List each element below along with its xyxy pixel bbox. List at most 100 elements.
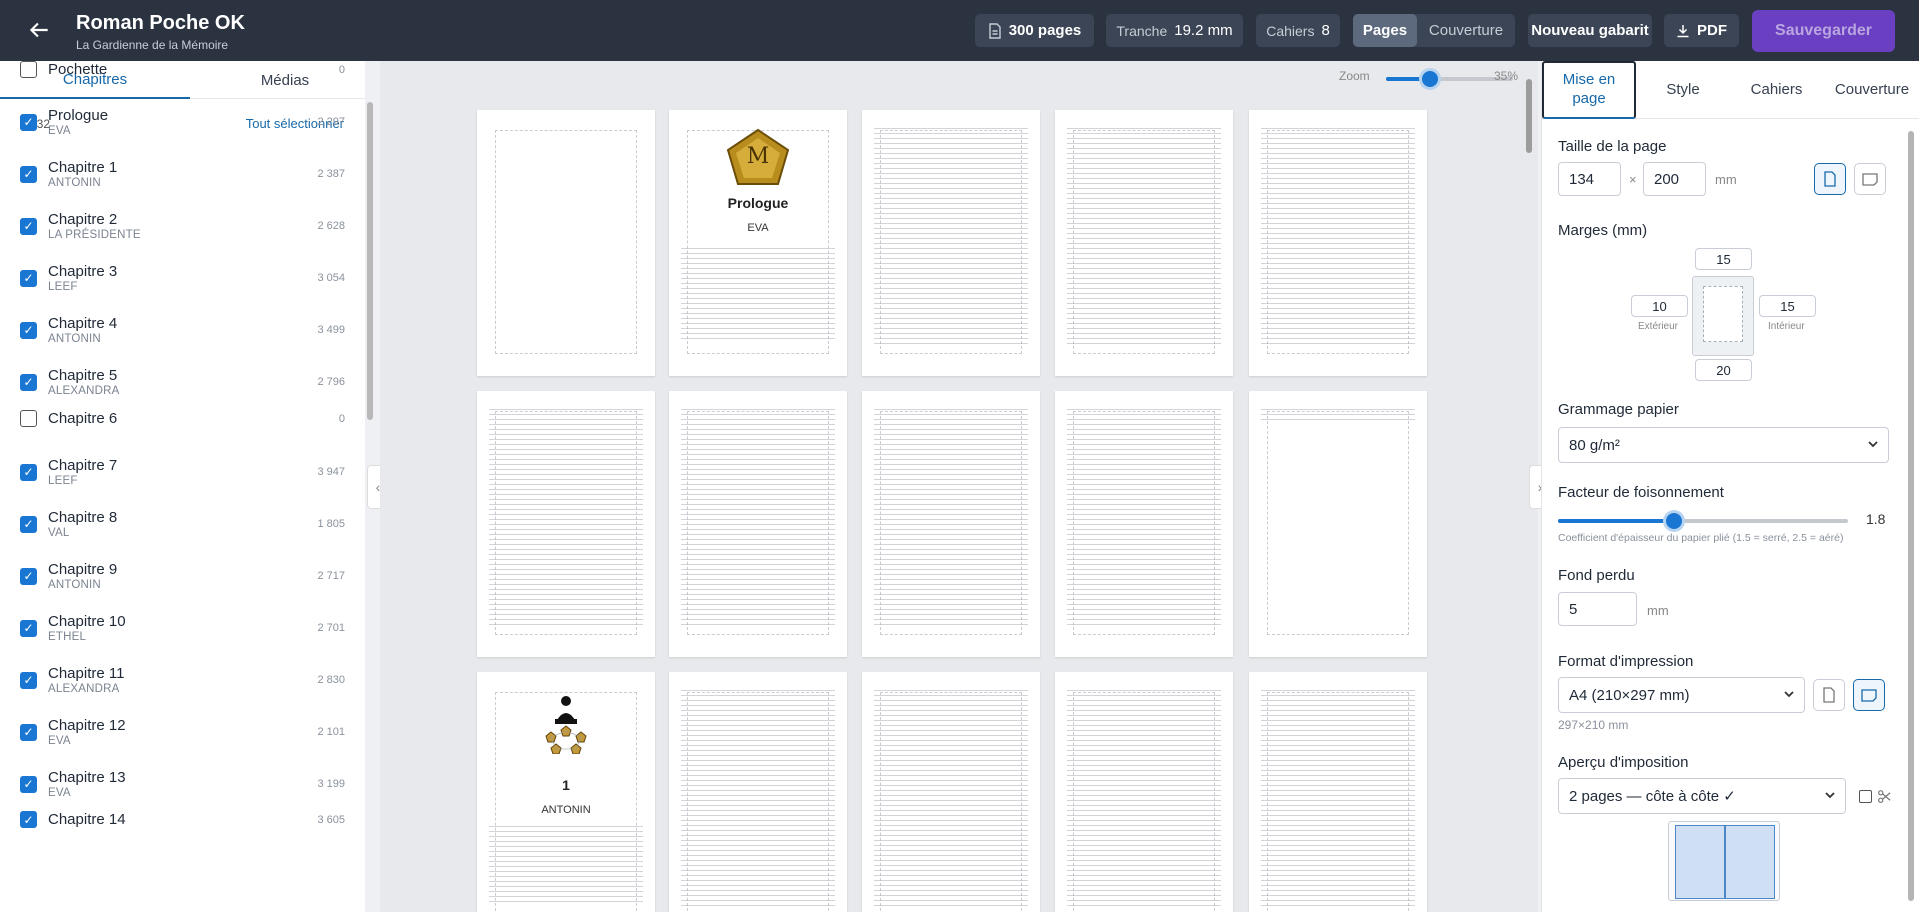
chapter-item[interactable]: ✓ Chapitre 5 ALEXANDRA 2 796 — [20, 367, 345, 397]
pdf-button[interactable]: PDF — [1664, 14, 1739, 47]
view-toggle: Pages Couverture — [1353, 14, 1515, 47]
panel-scrollbar[interactable] — [1908, 131, 1914, 901]
chapter-item[interactable]: ✓ Chapitre 1 ANTONIN 2 387 — [20, 159, 345, 189]
bleed-input[interactable]: 5 — [1558, 592, 1637, 626]
chapter-checkbox[interactable]: ✓ — [20, 515, 37, 533]
page-height-input[interactable]: 200 — [1643, 162, 1706, 196]
chapter-checkbox[interactable]: ✓ — [20, 811, 37, 828]
chapter-item[interactable]: ✓ Chapitre 10 ETHEL 2 701 — [20, 613, 345, 643]
chapter-text: Chapitre 9 ANTONIN — [48, 561, 305, 591]
chapter-item[interactable]: ✓ Prologue EVA 2 297 — [20, 107, 345, 137]
page-thumbnail[interactable]: M Prologue EVA — [669, 110, 847, 376]
bulk-factor-slider[interactable] — [1558, 513, 1848, 529]
view-pages-button[interactable]: Pages — [1353, 14, 1417, 47]
tab-couverture[interactable]: Couverture — [1824, 61, 1919, 119]
chapter-checkbox[interactable]: ✓ — [20, 373, 37, 391]
chapter-text: Pochette — [48, 61, 305, 78]
tranche-chip: Tranche 19.2 mm — [1106, 14, 1243, 47]
save-button[interactable]: Sauvegarder — [1752, 10, 1895, 52]
page-thumbnail[interactable] — [669, 672, 847, 912]
chapter-word-count: 0 — [338, 63, 345, 76]
new-template-button[interactable]: Nouveau gabarit — [1528, 14, 1652, 47]
page-thumbnail[interactable] — [1249, 110, 1427, 376]
page-thumbnail[interactable] — [669, 391, 847, 657]
cahiers-label: Cahiers — [1266, 22, 1315, 39]
canvas-scrollbar[interactable] — [1526, 79, 1532, 153]
chapter-checkbox[interactable]: ✓ — [20, 269, 37, 287]
chapter-checkbox[interactable]: ✓ — [20, 217, 37, 235]
chapter-checkbox[interactable]: ✓ — [20, 671, 37, 689]
margin-outer-input[interactable]: 10 — [1631, 295, 1688, 317]
margin-inner-input[interactable]: 15 — [1759, 295, 1816, 317]
chapter-checkbox[interactable]: ✓ — [20, 113, 37, 131]
print-format-value: A4 (210×297 mm) — [1569, 686, 1690, 704]
chapter-item[interactable]: ✓ Chapitre 2 LA PRÉSIDENTE 2 628 — [20, 211, 345, 241]
chapter-item[interactable]: ✓ Chapitre 8 VAL 1 805 — [20, 509, 345, 539]
page-thumbnail[interactable]: 1 ANTONIN — [477, 672, 655, 912]
portrait-icon — [1823, 687, 1835, 703]
chapter-text: Chapitre 11 ALEXANDRA — [48, 665, 305, 695]
page-text-lines — [874, 409, 1028, 627]
zoom-slider-handle[interactable] — [1422, 71, 1438, 87]
view-couverture-button[interactable]: Couverture — [1417, 14, 1515, 47]
page-thumbnail[interactable] — [862, 672, 1040, 912]
chapter-word-count: 2 101 — [317, 726, 345, 738]
page-frame — [1267, 411, 1409, 635]
page-thumbnail[interactable] — [477, 391, 655, 657]
chapter-word-count: 3 499 — [317, 324, 345, 336]
tab-style[interactable]: Style — [1637, 61, 1729, 119]
chapter-checkbox[interactable]: ✓ — [20, 775, 37, 793]
bulk-factor-fill — [1558, 519, 1674, 523]
bulk-factor-handle[interactable] — [1666, 513, 1682, 529]
page-thumbnail[interactable] — [1055, 672, 1233, 912]
chapter-checkbox[interactable]: ✓ — [20, 567, 37, 585]
chapter-checkbox[interactable]: ✓ — [20, 463, 37, 481]
page-thumbnail[interactable] — [862, 110, 1040, 376]
margin-bottom-input[interactable]: 20 — [1695, 359, 1752, 381]
chapter-item[interactable]: ✓ Chapitre 13 EVA 3 199 — [20, 769, 345, 799]
sidebar-scrollbar[interactable] — [367, 102, 373, 420]
chapter-checkbox[interactable]: ✓ — [20, 165, 37, 183]
page-thumbnail[interactable] — [477, 110, 655, 376]
chapter-item[interactable]: ✓ Chapitre 12 EVA 2 101 — [20, 717, 345, 747]
chapter-item[interactable]: ✓ Chapitre 9 ANTONIN 2 717 — [20, 561, 345, 591]
portrait-orientation-button[interactable] — [1814, 163, 1846, 195]
tab-mise-en-page[interactable]: Mise en page — [1542, 61, 1636, 119]
page-thumbnail[interactable] — [1249, 391, 1427, 657]
chapter-checkbox[interactable]: ✓ — [20, 321, 37, 339]
back-arrow-icon[interactable] — [26, 17, 52, 43]
chapter-item[interactable]: Pochette 0 — [20, 61, 345, 78]
page-thumbnail[interactable] — [1055, 391, 1233, 657]
tab-cahiers[interactable]: Cahiers — [1729, 61, 1824, 119]
landscape-orientation-button[interactable] — [1854, 163, 1886, 195]
page-text-lines — [874, 690, 1028, 908]
bulk-factor-label: Facteur de foisonnement — [1558, 484, 1724, 501]
chapter-item[interactable]: ✓ Chapitre 4 ANTONIN 3 499 — [20, 315, 345, 345]
print-portrait-button[interactable] — [1813, 679, 1845, 711]
chapter-item[interactable]: ✓ Chapitre 3 LEEF 3 054 — [20, 263, 345, 293]
document-icon — [989, 22, 1001, 39]
page-width-input[interactable]: 134 — [1558, 162, 1621, 196]
chapter-item[interactable]: ✓ Chapitre 7 LEEF 3 947 — [20, 457, 345, 487]
chapter-title: Chapitre 6 — [48, 410, 118, 427]
chevron-down-icon — [1825, 792, 1835, 799]
crop-marks-checkbox[interactable] — [1859, 790, 1872, 803]
chapter-item[interactable]: Chapitre 6 0 — [20, 410, 345, 427]
print-format-select[interactable]: A4 (210×297 mm) — [1558, 677, 1805, 713]
chapter-item[interactable]: ✓ Chapitre 14 3 605 — [20, 811, 345, 828]
margin-top-input[interactable]: 15 — [1695, 248, 1752, 270]
chapter-checkbox[interactable]: ✓ — [20, 619, 37, 637]
chapter-checkbox[interactable] — [20, 410, 37, 427]
paper-weight-select[interactable]: 80 g/m² — [1558, 427, 1889, 463]
page-text-lines — [1067, 690, 1221, 908]
chapter-checkbox[interactable]: ✓ — [20, 723, 37, 741]
print-landscape-button[interactable] — [1853, 679, 1885, 711]
imposition-select[interactable]: 2 pages — côte à côte ✓ — [1558, 778, 1846, 814]
chapter-item[interactable]: ✓ Chapitre 11 ALEXANDRA 2 830 — [20, 665, 345, 695]
cahiers-value: 8 — [1321, 22, 1330, 39]
chapter-checkbox[interactable] — [20, 61, 37, 78]
chapter-title: Chapitre 14 — [48, 811, 126, 828]
page-thumbnail[interactable] — [862, 391, 1040, 657]
page-thumbnail[interactable] — [1055, 110, 1233, 376]
page-thumbnail[interactable] — [1249, 672, 1427, 912]
